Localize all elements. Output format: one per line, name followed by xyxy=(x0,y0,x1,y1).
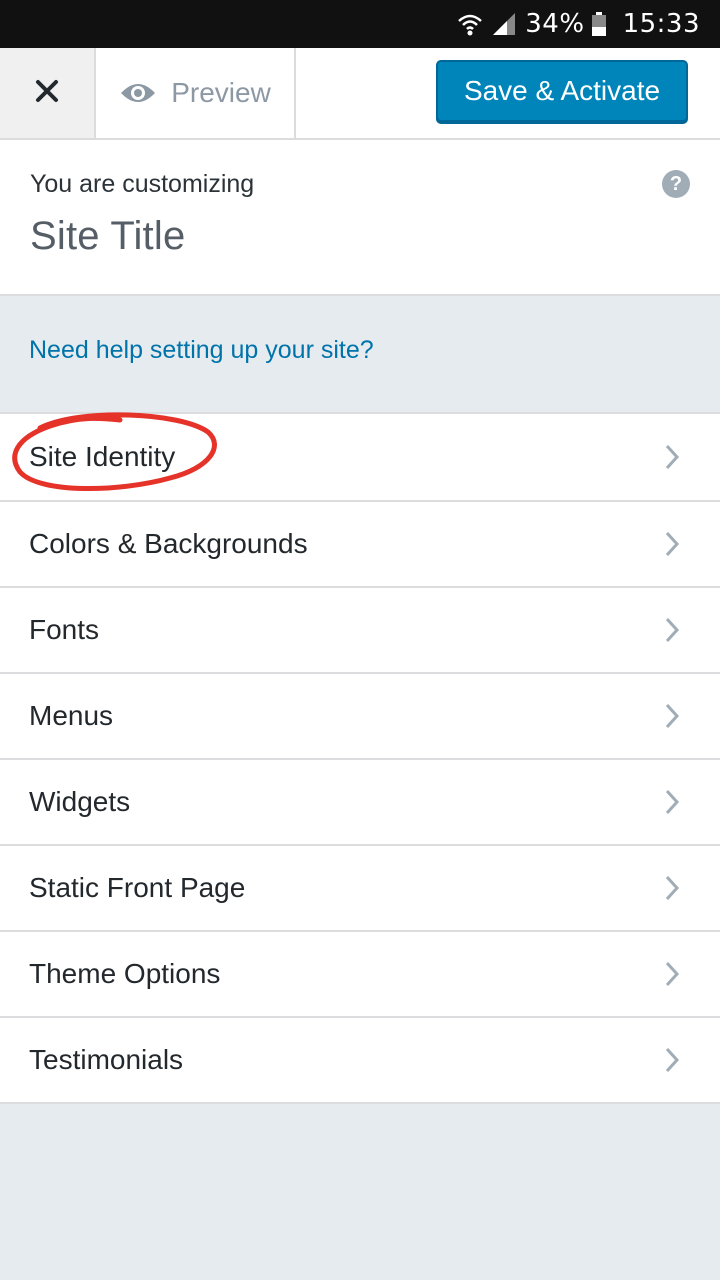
eye-icon xyxy=(119,80,157,106)
clock: 15:33 xyxy=(622,9,700,39)
section-label: Fonts xyxy=(29,614,100,645)
section-menus[interactable]: Menus xyxy=(0,672,720,758)
wifi-icon xyxy=(457,11,483,37)
preview-button[interactable]: Preview xyxy=(96,48,296,138)
signal-icon xyxy=(491,11,517,37)
customizing-subtitle: You are customizing xyxy=(30,170,255,198)
section-label: Testimonials xyxy=(29,1044,184,1075)
customizer-sections: Site Identity Colors & Backgrounds Fonts… xyxy=(0,412,720,1104)
section-fonts[interactable]: Fonts xyxy=(0,586,720,672)
section-colors-backgrounds[interactable]: Colors & Backgrounds xyxy=(0,500,720,586)
section-label: Widgets xyxy=(29,786,131,817)
chevron-right-icon xyxy=(664,960,680,988)
section-label: Menus xyxy=(29,700,114,731)
chevron-right-icon xyxy=(664,788,680,816)
section-label: Static Front Page xyxy=(29,872,246,903)
customizer-header: Preview Save & Activate xyxy=(0,48,720,140)
help-banner: Need help setting up your site? xyxy=(0,296,720,412)
save-activate-button[interactable]: Save & Activate xyxy=(436,60,688,122)
chevron-right-icon xyxy=(664,530,680,558)
chevron-right-icon xyxy=(664,702,680,730)
question-icon[interactable]: ? xyxy=(662,170,690,198)
battery-level: 34% xyxy=(525,9,585,39)
section-static-front-page[interactable]: Static Front Page xyxy=(0,844,720,930)
section-label: Colors & Backgrounds xyxy=(29,528,308,559)
battery-icon xyxy=(591,11,607,37)
chevron-right-icon xyxy=(664,874,680,902)
section-testimonials[interactable]: Testimonials xyxy=(0,1016,720,1102)
chevron-right-icon xyxy=(664,443,680,471)
chevron-right-icon xyxy=(664,1046,680,1074)
customizer-info: You are customizing Site Title ? xyxy=(0,140,720,296)
setup-help-link[interactable]: Need help setting up your site? xyxy=(29,336,374,365)
chevron-right-icon xyxy=(664,616,680,644)
section-label: Theme Options xyxy=(29,958,221,989)
section-site-identity[interactable]: Site Identity xyxy=(0,414,720,500)
preview-label: Preview xyxy=(171,77,271,108)
status-bar: 34% 15:33 xyxy=(0,0,720,48)
site-title: Site Title xyxy=(30,214,186,258)
close-icon xyxy=(35,79,59,108)
close-button[interactable] xyxy=(0,48,96,138)
section-widgets[interactable]: Widgets xyxy=(0,758,720,844)
section-label: Site Identity xyxy=(29,441,176,472)
section-theme-options[interactable]: Theme Options xyxy=(0,930,720,1016)
